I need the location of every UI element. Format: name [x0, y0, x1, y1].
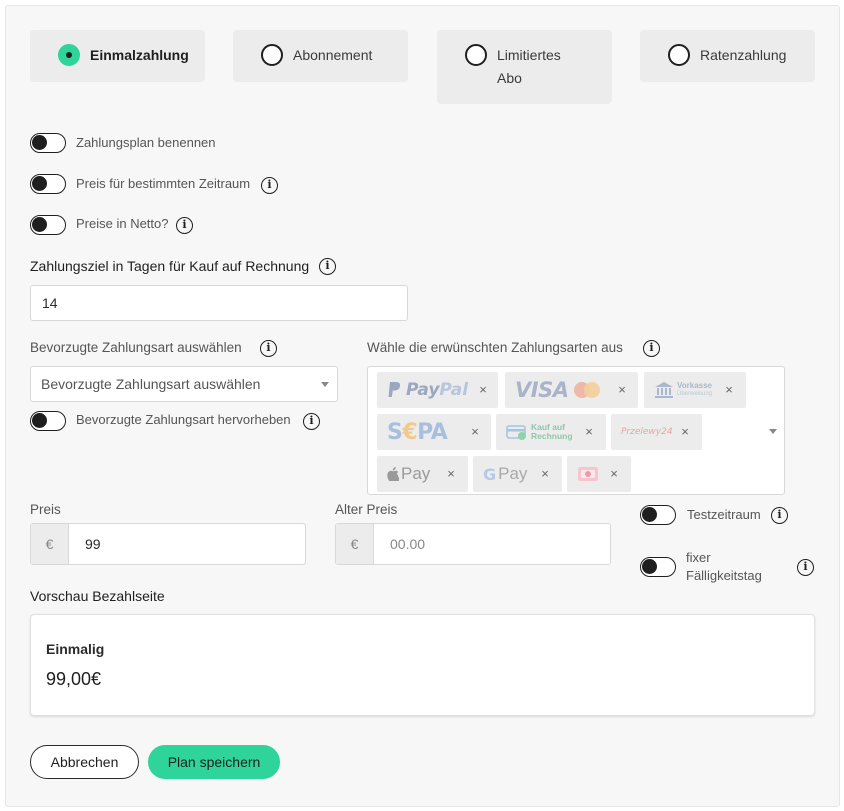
- sepa-logo-icon: S€PA: [387, 419, 448, 445]
- remove-chip-icon[interactable]: ×: [582, 424, 596, 440]
- chip-paypal[interactable]: Pay Pal ×: [377, 372, 498, 408]
- toggle-name-plan[interactable]: [30, 133, 66, 153]
- remove-chip-icon[interactable]: ×: [607, 466, 621, 482]
- remove-chip-icon[interactable]: ×: [444, 466, 458, 482]
- info-icon[interactable]: i: [319, 258, 336, 275]
- radio-icon[interactable]: [668, 44, 690, 66]
- invoice-term-input[interactable]: 14: [30, 285, 408, 321]
- remove-chip-icon[interactable]: ×: [678, 424, 692, 440]
- old-price-input[interactable]: € 00.00: [335, 523, 611, 565]
- plan-type-label: Ratenzahlung: [700, 47, 787, 63]
- chip-visa[interactable]: VISA ×: [505, 372, 638, 408]
- chevron-down-icon: [321, 382, 329, 387]
- remove-chip-icon[interactable]: ×: [476, 382, 490, 398]
- toggle-net-prices-label: Preise in Netto?: [76, 216, 169, 231]
- card-logo-icon: [577, 456, 599, 492]
- toggle-name-plan-label: Zahlungsplan benennen: [76, 135, 216, 150]
- plan-type-label: Einmalzahlung: [90, 47, 189, 63]
- toggle-fixed-due[interactable]: [640, 557, 676, 577]
- chip-przelewy24[interactable]: Przelewy24 ×: [611, 414, 702, 450]
- paypal-logo-icon: Pay Pal: [387, 372, 468, 408]
- chip-google-pay[interactable]: G Pay ×: [473, 456, 562, 492]
- preferred-method-label: Bevorzugte Zahlungsart auswählen: [30, 340, 242, 355]
- plan-type-installments[interactable]: Ratenzahlung: [640, 30, 815, 82]
- toggle-trial[interactable]: [640, 505, 676, 525]
- price-value: 99: [85, 536, 101, 552]
- invoice-term-value: 14: [42, 295, 58, 311]
- preferred-method-select[interactable]: Bevorzugte Zahlungsart auswählen: [30, 366, 338, 402]
- info-icon[interactable]: i: [643, 340, 660, 357]
- euro-icon: €: [31, 524, 69, 564]
- chip-card[interactable]: ×: [567, 456, 631, 492]
- toggle-price-period[interactable]: [30, 174, 66, 194]
- preferred-method-placeholder: Bevorzugte Zahlungsart auswählen: [41, 376, 261, 392]
- toggle-highlight-payment-label: Bevorzugte Zahlungsart hervorheben: [76, 412, 291, 427]
- old-price-label: Alter Preis: [335, 502, 398, 517]
- przelewy24-logo-icon: Przelewy24: [621, 427, 673, 437]
- plan-type-one-time[interactable]: Einmalzahlung: [30, 30, 205, 82]
- toggle-fixed-due-label: fixer Fälligkeitstag: [686, 550, 762, 583]
- toggle-trial-label: Testzeitraum: [687, 507, 761, 522]
- price-input[interactable]: € 99: [30, 523, 306, 565]
- payment-methods-label: Wähle die erwünschten Zahlungsarten aus: [367, 340, 623, 355]
- preview-amount: 99,00€: [46, 669, 102, 689]
- invoice-term-label: Zahlungsziel in Tagen für Kauf auf Rechn…: [30, 258, 310, 274]
- chevron-down-icon: [769, 429, 777, 434]
- chip-apple-pay[interactable]: Pay ×: [377, 456, 468, 492]
- euro-icon: €: [336, 524, 374, 564]
- checkout-preview-card: Einmalig 99,00€: [30, 614, 815, 716]
- remove-chip-icon[interactable]: ×: [538, 466, 552, 482]
- chip-invoice[interactable]: Kauf auf Rechnung ×: [496, 414, 606, 450]
- remove-chip-icon[interactable]: ×: [722, 382, 736, 398]
- old-price-placeholder: 00.00: [390, 536, 426, 552]
- radio-icon[interactable]: [465, 44, 487, 66]
- apple-pay-logo-icon: Pay: [387, 456, 430, 492]
- remove-chip-icon[interactable]: ×: [468, 424, 482, 440]
- plan-type-label: Abonnement: [293, 47, 373, 63]
- info-icon[interactable]: i: [771, 507, 788, 524]
- visa-mastercard-logo-icon: VISA: [515, 372, 603, 408]
- plan-type-limited-subscription[interactable]: Limitiertes Abo: [437, 30, 612, 104]
- info-icon[interactable]: i: [261, 177, 278, 194]
- payment-methods-multiselect[interactable]: Pay Pal × VISA × Vorkasse Überweisung × S…: [367, 366, 785, 495]
- remove-chip-icon[interactable]: ×: [615, 382, 629, 398]
- bank-transfer-logo-icon: Vorkasse Überweisung: [654, 372, 712, 408]
- info-icon[interactable]: i: [176, 217, 193, 234]
- toggle-price-period-label: Preis für bestimmten Zeitraum: [76, 176, 251, 191]
- chip-bank-transfer[interactable]: Vorkasse Überweisung ×: [644, 372, 746, 408]
- radio-icon[interactable]: [261, 44, 283, 66]
- radio-selected-icon[interactable]: [58, 44, 80, 66]
- invoice-logo-icon: Kauf auf Rechnung: [506, 414, 573, 450]
- price-label: Preis: [30, 502, 61, 517]
- plan-type-label: Limitiertes Abo: [497, 47, 561, 86]
- save-plan-button[interactable]: Plan speichern: [148, 745, 280, 779]
- info-icon[interactable]: i: [797, 559, 814, 576]
- info-icon[interactable]: i: [303, 413, 320, 430]
- chip-sepa[interactable]: S€PA ×: [377, 414, 491, 450]
- cancel-button[interactable]: Abbrechen: [30, 745, 139, 779]
- google-pay-logo-icon: G Pay: [483, 464, 528, 484]
- toggle-highlight-payment[interactable]: [30, 411, 66, 431]
- preview-plan-type: Einmalig: [46, 641, 105, 657]
- preview-title: Vorschau Bezahlseite: [30, 588, 165, 604]
- toggle-net-prices[interactable]: [30, 215, 66, 235]
- plan-type-subscription[interactable]: Abonnement: [233, 30, 408, 82]
- info-icon[interactable]: i: [260, 340, 277, 357]
